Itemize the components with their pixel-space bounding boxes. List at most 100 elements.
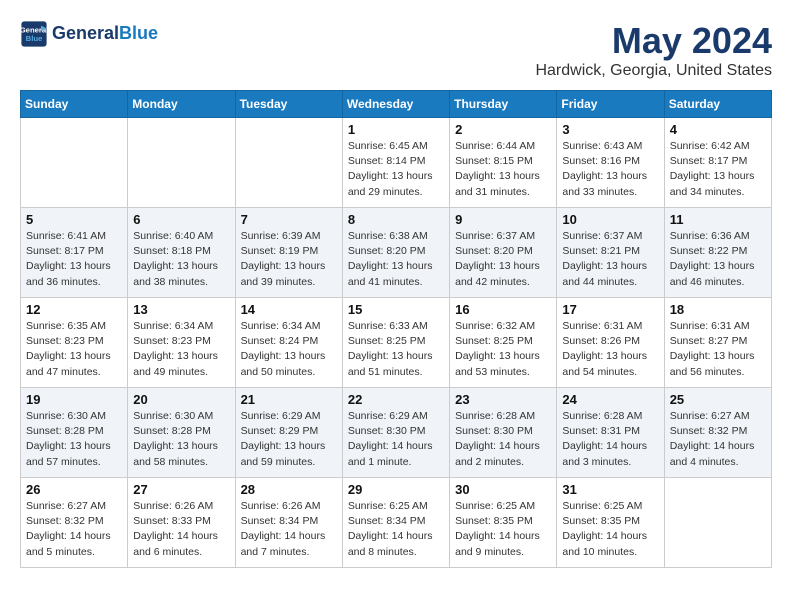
calendar-header: SundayMondayTuesdayWednesdayThursdayFrid… [21,91,772,118]
day-info: Sunrise: 6:28 AM Sunset: 8:31 PM Dayligh… [562,409,658,470]
calendar-cell: 18 Sunrise: 6:31 AM Sunset: 8:27 PM Dayli… [664,298,771,388]
calendar-cell: 19 Sunrise: 6:30 AM Sunset: 8:28 PM Dayli… [21,388,128,478]
week-row-3: 12Sunrise: 6:35 AM Sunset: 8:23 PM Dayli… [21,298,772,388]
calendar-cell: 22 Sunrise: 6:29 AM Sunset: 8:30 PM Dayli… [342,388,449,478]
day-number: 22 [348,392,444,407]
day-number: 14 [241,302,337,317]
day-number: 11 [670,212,766,227]
day-number: 28 [241,482,337,497]
day-number: 18 [670,302,766,317]
day-info: Sunrise: 6:31 AM Sunset: 8:26 PM Dayligh… [562,319,658,380]
day-info: Sunrise: 6:27 AM Sunset: 8:32 PM Dayligh… [670,409,766,470]
calendar-cell: 23 Sunrise: 6:28 AM Sunset: 8:30 PM Dayli… [450,388,557,478]
day-number: 23 [455,392,551,407]
calendar-cell: 5 Sunrise: 6:41 AM Sunset: 8:17 PM Daylig… [21,208,128,298]
calendar-cell: 2 Sunrise: 6:44 AM Sunset: 8:15 PM Daylig… [450,118,557,208]
day-header-tuesday: Tuesday [235,91,342,118]
calendar-cell: 10 Sunrise: 6:37 AM Sunset: 8:21 PM Dayli… [557,208,664,298]
week-row-5: 26Sunrise: 6:27 AM Sunset: 8:32 PM Dayli… [21,478,772,568]
logo-icon: General Blue [20,20,48,48]
calendar-cell: 29Sunrise: 6:25 AM Sunset: 8:34 PM Dayli… [342,478,449,568]
calendar-cell: 7Sunrise: 6:39 AM Sunset: 8:19 PM Daylig… [235,208,342,298]
calendar-cell: 16 Sunrise: 6:32 AM Sunset: 8:25 PM Dayli… [450,298,557,388]
day-info: Sunrise: 6:28 AM Sunset: 8:30 PM Dayligh… [455,409,551,470]
day-info: Sunrise: 6:29 AM Sunset: 8:29 PM Dayligh… [241,409,337,470]
day-info: Sunrise: 6:34 AM Sunset: 8:23 PM Dayligh… [133,319,229,380]
day-number: 17 [562,302,658,317]
day-info: Sunrise: 6:37 AM Sunset: 8:20 PM Dayligh… [455,229,551,290]
week-row-4: 19 Sunrise: 6:30 AM Sunset: 8:28 PM Dayli… [21,388,772,478]
day-header-sunday: Sunday [21,91,128,118]
calendar-cell [235,118,342,208]
day-info: Sunrise: 6:37 AM Sunset: 8:21 PM Dayligh… [562,229,658,290]
day-number: 31 [562,482,658,497]
day-info: Sunrise: 6:30 AM Sunset: 8:28 PM Dayligh… [26,409,122,470]
day-info: Sunrise: 6:38 AM Sunset: 8:20 PM Dayligh… [348,229,444,290]
day-number: 30 [455,482,551,497]
calendar-body: 1Sunrise: 6:45 AM Sunset: 8:14 PM Daylig… [21,118,772,568]
day-header-friday: Friday [557,91,664,118]
calendar-cell: 6Sunrise: 6:40 AM Sunset: 8:18 PM Daylig… [128,208,235,298]
day-info: Sunrise: 6:25 AM Sunset: 8:34 PM Dayligh… [348,499,444,560]
day-info: Sunrise: 6:33 AM Sunset: 8:25 PM Dayligh… [348,319,444,380]
calendar-cell: 14 Sunrise: 6:34 AM Sunset: 8:24 PM Dayli… [235,298,342,388]
calendar-cell: 12Sunrise: 6:35 AM Sunset: 8:23 PM Dayli… [21,298,128,388]
calendar-cell: 3Sunrise: 6:43 AM Sunset: 8:16 PM Daylig… [557,118,664,208]
day-number: 10 [562,212,658,227]
day-info: Sunrise: 6:30 AM Sunset: 8:28 PM Dayligh… [133,409,229,470]
day-number: 12 [26,302,122,317]
calendar-cell: 28 Sunrise: 6:26 AM Sunset: 8:34 PM Dayli… [235,478,342,568]
day-info: Sunrise: 6:41 AM Sunset: 8:17 PM Dayligh… [26,229,122,290]
calendar-cell: 9 Sunrise: 6:37 AM Sunset: 8:20 PM Daylig… [450,208,557,298]
day-header-wednesday: Wednesday [342,91,449,118]
calendar-cell: 21 Sunrise: 6:29 AM Sunset: 8:29 PM Dayli… [235,388,342,478]
calendar-cell: 4 Sunrise: 6:42 AM Sunset: 8:17 PM Daylig… [664,118,771,208]
day-number: 13 [133,302,229,317]
day-info: Sunrise: 6:36 AM Sunset: 8:22 PM Dayligh… [670,229,766,290]
days-header-row: SundayMondayTuesdayWednesdayThursdayFrid… [21,91,772,118]
day-number: 9 [455,212,551,227]
calendar-cell: 8 Sunrise: 6:38 AM Sunset: 8:20 PM Daylig… [342,208,449,298]
day-number: 16 [455,302,551,317]
day-number: 20 [133,392,229,407]
logo: General Blue GeneralBlue [20,20,158,48]
day-info: Sunrise: 6:25 AM Sunset: 8:35 PM Dayligh… [562,499,658,560]
day-number: 8 [348,212,444,227]
day-info: Sunrise: 6:26 AM Sunset: 8:34 PM Dayligh… [241,499,337,560]
day-number: 25 [670,392,766,407]
week-row-2: 5 Sunrise: 6:41 AM Sunset: 8:17 PM Daylig… [21,208,772,298]
day-number: 21 [241,392,337,407]
calendar-cell: 20 Sunrise: 6:30 AM Sunset: 8:28 PM Dayli… [128,388,235,478]
week-row-1: 1Sunrise: 6:45 AM Sunset: 8:14 PM Daylig… [21,118,772,208]
logo-text: GeneralBlue [52,24,158,44]
day-info: Sunrise: 6:31 AM Sunset: 8:27 PM Dayligh… [670,319,766,380]
calendar-subtitle: Hardwick, Georgia, United States [535,62,772,80]
svg-text:Blue: Blue [26,34,43,43]
day-info: Sunrise: 6:40 AM Sunset: 8:18 PM Dayligh… [133,229,229,290]
day-number: 7 [241,212,337,227]
calendar-title: May 2024 [535,20,772,62]
day-info: Sunrise: 6:43 AM Sunset: 8:16 PM Dayligh… [562,139,658,200]
day-info: Sunrise: 6:29 AM Sunset: 8:30 PM Dayligh… [348,409,444,470]
day-number: 1 [348,122,444,137]
calendar-cell [664,478,771,568]
calendar-cell: 30 Sunrise: 6:25 AM Sunset: 8:35 PM Dayli… [450,478,557,568]
calendar-cell: 15Sunrise: 6:33 AM Sunset: 8:25 PM Dayli… [342,298,449,388]
day-number: 5 [26,212,122,227]
calendar-cell: 26Sunrise: 6:27 AM Sunset: 8:32 PM Dayli… [21,478,128,568]
calendar-cell: 1Sunrise: 6:45 AM Sunset: 8:14 PM Daylig… [342,118,449,208]
day-number: 4 [670,122,766,137]
calendar-cell: 11 Sunrise: 6:36 AM Sunset: 8:22 PM Dayli… [664,208,771,298]
svg-text:General: General [20,26,48,35]
day-info: Sunrise: 6:27 AM Sunset: 8:32 PM Dayligh… [26,499,122,560]
day-number: 2 [455,122,551,137]
calendar-cell: 17 Sunrise: 6:31 AM Sunset: 8:26 PM Dayli… [557,298,664,388]
day-info: Sunrise: 6:32 AM Sunset: 8:25 PM Dayligh… [455,319,551,380]
day-number: 19 [26,392,122,407]
day-info: Sunrise: 6:34 AM Sunset: 8:24 PM Dayligh… [241,319,337,380]
calendar-cell [128,118,235,208]
day-info: Sunrise: 6:25 AM Sunset: 8:35 PM Dayligh… [455,499,551,560]
day-info: Sunrise: 6:42 AM Sunset: 8:17 PM Dayligh… [670,139,766,200]
day-info: Sunrise: 6:44 AM Sunset: 8:15 PM Dayligh… [455,139,551,200]
day-header-thursday: Thursday [450,91,557,118]
